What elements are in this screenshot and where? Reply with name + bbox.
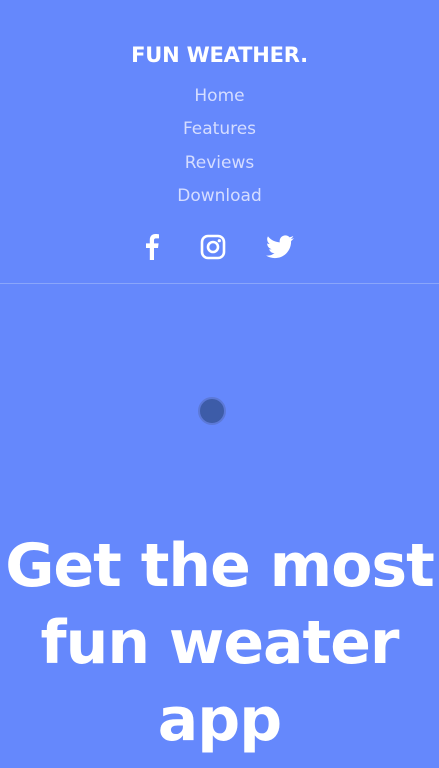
site-header: FUN WEATHER. Home Features Reviews Downl… [0, 0, 439, 283]
instagram-icon[interactable] [198, 232, 228, 262]
loading-spinner [198, 397, 226, 425]
nav-item-features[interactable]: Features [0, 119, 439, 139]
header-divider [0, 283, 439, 284]
twitter-icon[interactable] [265, 232, 295, 262]
facebook-icon[interactable] [137, 232, 167, 262]
hero-title: Get the most fun weater app [5, 531, 435, 755]
social-links [0, 232, 439, 262]
brand-logo[interactable]: FUN WEATHER. [0, 43, 439, 67]
nav-item-reviews[interactable]: Reviews [0, 153, 439, 173]
nav-item-download[interactable]: Download [0, 186, 439, 206]
nav-item-home[interactable]: Home [0, 86, 439, 106]
